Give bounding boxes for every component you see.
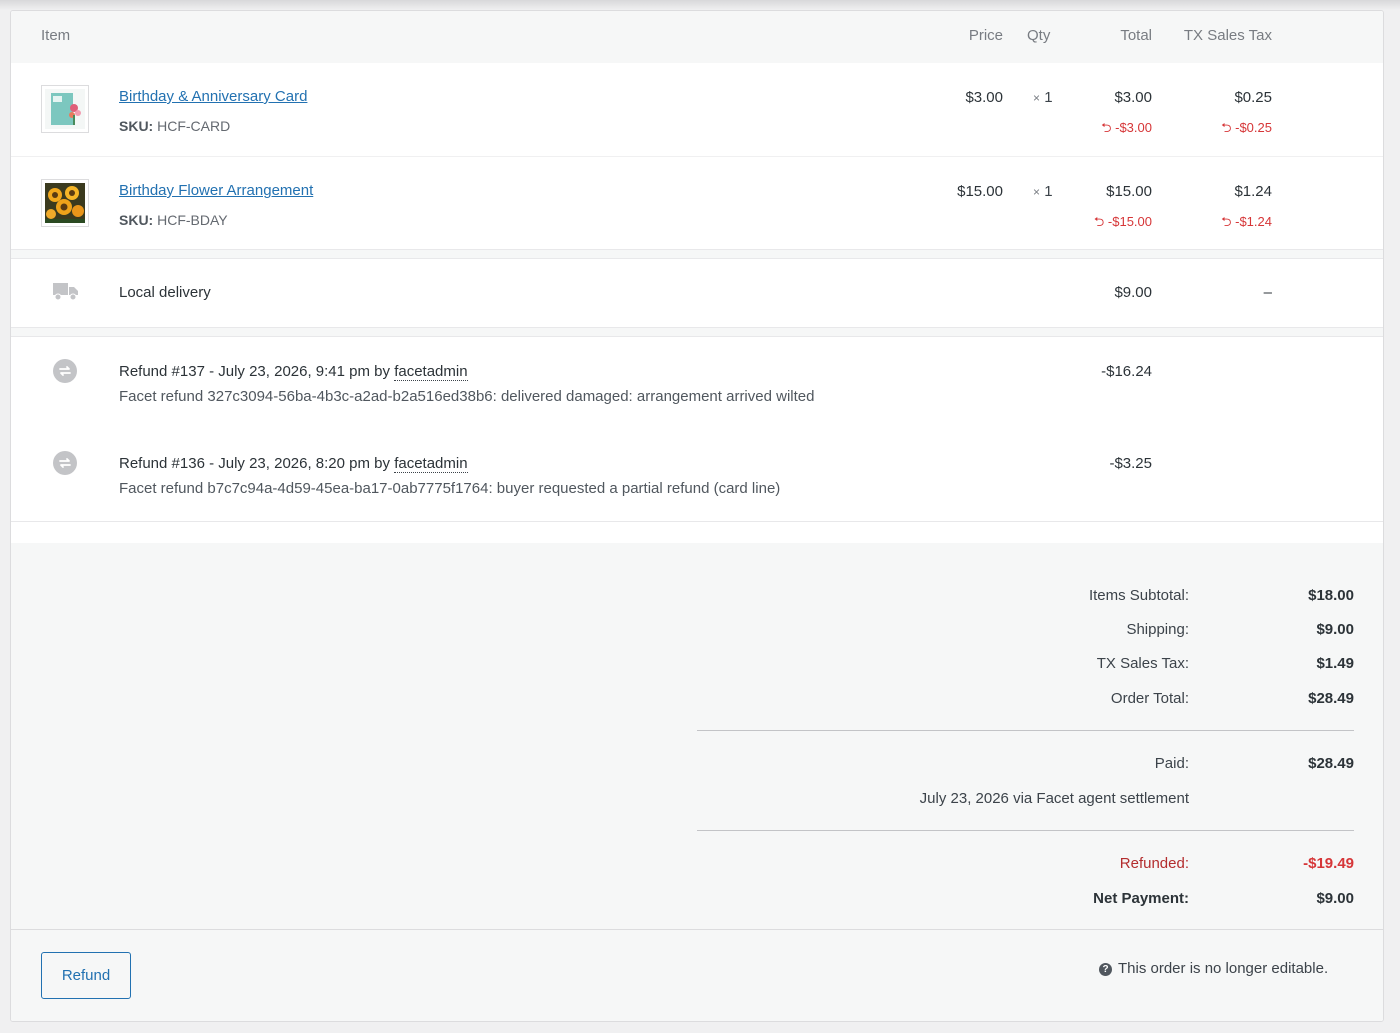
line-item-row: Birthday Flower Arrangement SKU: HCF-BDA… — [11, 157, 1383, 249]
item-total: $15.00 — [1106, 183, 1152, 200]
refund-arrow-icon: ⮌ — [1093, 214, 1105, 229]
section-separator — [11, 249, 1383, 259]
paid-label: Paid: — [1154, 755, 1189, 772]
not-editable-notice: ? This order is no longer editable. — [1099, 960, 1328, 977]
tax-total-value: $1.49 — [1316, 655, 1354, 672]
paid-value: $28.49 — [1308, 755, 1354, 772]
refund-arrow-icon: ⮌ — [1101, 120, 1112, 135]
tax-total-label: TX Sales Tax: — [1096, 655, 1189, 672]
column-header-qty: Qty — [1027, 27, 1051, 44]
items-subtotal-label: Items Subtotal: — [1088, 587, 1189, 604]
item-name-link[interactable]: Birthday Flower Arrangement — [119, 182, 313, 199]
net-payment-value: $9.00 — [1316, 890, 1354, 907]
item-sku: SKU: HCF-BDAY — [119, 212, 228, 228]
sku-label: SKU: — [119, 212, 154, 228]
refund-button[interactable]: Refund — [41, 952, 131, 999]
greeting-card-icon — [45, 89, 85, 129]
column-header-total: Total — [1120, 27, 1152, 44]
refund-author[interactable]: facetadmin — [394, 363, 468, 381]
refund-author[interactable]: facetadmin — [394, 455, 468, 473]
order-total-value: $28.49 — [1308, 690, 1354, 707]
sku-value: HCF-CARD — [157, 118, 231, 134]
refund-reason: Facet refund 327c3094-56ba-4b3c-a2ad-b2a… — [119, 388, 815, 405]
qty-multiplier: × — [1033, 91, 1041, 105]
column-header-item: Item — [41, 27, 71, 44]
sunflower-arrangement-icon — [45, 183, 85, 223]
shipping-row: Local delivery $9.00 – — [11, 259, 1383, 327]
shipping-total-value: $9.00 — [1316, 621, 1354, 638]
refund-arrow-icon: ⮌ — [1221, 214, 1232, 229]
item-total-refund: ⮌ -$15.00 — [1071, 213, 1152, 235]
refunds-section: Refund #137 - July 23, 2026, 9:41 pm by … — [11, 337, 1383, 521]
refund-amount: -$16.24 — [1101, 363, 1152, 380]
item-tax: $0.25 — [1234, 89, 1272, 106]
refund-icon — [53, 359, 77, 383]
item-total-refund: ⮌ -$3.00 — [1071, 119, 1152, 141]
item-price: $15.00 — [957, 183, 1003, 200]
item-total-refund-value: -$15.00 — [1107, 214, 1152, 229]
refund-title: Refund #136 - July 23, 2026, 8:20 pm by … — [119, 455, 468, 473]
row-divider — [11, 521, 1383, 522]
order-totals: Items Subtotal: $18.00 Shipping: $9.00 T… — [11, 543, 1383, 929]
refund-arrow-icon: ⮌ — [1221, 120, 1232, 135]
refund-reason: Facet refund b7c7c94a-4d59-45ea-ba17-0ab… — [119, 480, 781, 497]
item-qty: × 1 — [1033, 183, 1053, 200]
qty-multiplier: × — [1033, 185, 1041, 199]
shipping-tax: – — [1263, 284, 1272, 301]
item-tax-refund-value: -$0.25 — [1235, 120, 1272, 135]
refund-title: Refund #137 - July 23, 2026, 9:41 pm by … — [119, 363, 468, 381]
shipping-total: $9.00 — [1114, 284, 1152, 301]
sku-value: HCF-BDAY — [157, 212, 228, 228]
item-total-refund-value: -$3.00 — [1115, 120, 1152, 135]
refund-title-text: Refund #137 - July 23, 2026, 9:41 pm by — [119, 363, 391, 380]
order-items-panel: Item Price Qty Total TX Sales Tax Birthd… — [10, 10, 1384, 1022]
item-tax-refund: ⮌ -$0.25 — [1171, 119, 1272, 141]
refund-title-text: Refund #136 - July 23, 2026, 8:20 pm by — [119, 455, 391, 472]
items-subtotal-value: $18.00 — [1308, 587, 1354, 604]
top-shadow — [0, 0, 1400, 10]
item-tax-refund: ⮌ -$1.24 — [1171, 213, 1272, 235]
truck-icon — [53, 281, 79, 301]
greeting-card-thumbnail[interactable] — [41, 85, 89, 133]
items-table-header: Item Price Qty Total TX Sales Tax — [11, 11, 1383, 63]
column-header-tax: TX Sales Tax — [1183, 27, 1272, 44]
shipping-total-label: Shipping: — [1126, 621, 1189, 638]
refunded-value: -$19.49 — [1303, 855, 1354, 872]
item-qty: × 1 — [1033, 89, 1053, 106]
not-editable-text: This order is no longer editable. — [1118, 960, 1329, 977]
sku-label: SKU: — [119, 118, 154, 134]
shipping-method-name: Local delivery — [119, 284, 211, 301]
help-icon[interactable]: ? — [1099, 963, 1112, 976]
refund-amount: -$3.25 — [1109, 455, 1152, 472]
order-actions-footer: Refund ? This order is no longer editable… — [11, 929, 1383, 1021]
totals-divider — [697, 730, 1354, 731]
totals-divider — [697, 830, 1354, 831]
sunflower-arrangement-thumbnail[interactable] — [41, 179, 89, 227]
net-payment-label: Net Payment: — [1093, 890, 1189, 907]
column-header-price: Price — [968, 27, 1003, 44]
item-tax-refund-value: -$1.24 — [1235, 214, 1272, 229]
item-sku: SKU: HCF-CARD — [119, 118, 230, 134]
refund-icon — [53, 451, 77, 475]
item-name-link[interactable]: Birthday & Anniversary Card — [119, 88, 307, 105]
section-separator — [11, 327, 1383, 337]
item-tax: $1.24 — [1234, 183, 1272, 200]
order-total-label: Order Total: — [1110, 690, 1189, 707]
item-price: $3.00 — [965, 89, 1003, 106]
line-item-row: Birthday & Anniversary Card SKU: HCF-CAR… — [11, 63, 1383, 156]
qty-value: 1 — [1044, 89, 1053, 106]
payment-note: July 23, 2026 via Facet agent settlement — [919, 790, 1189, 807]
refunded-label: Refunded: — [1119, 855, 1189, 872]
qty-value: 1 — [1044, 183, 1053, 200]
item-total: $3.00 — [1114, 89, 1152, 106]
